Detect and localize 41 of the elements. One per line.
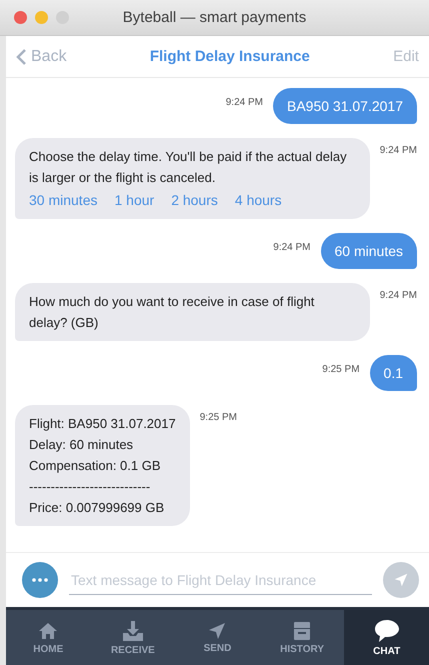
message-text: BA950 31.07.2017 — [287, 97, 403, 115]
edit-button[interactable]: Edit — [393, 48, 419, 65]
more-button[interactable] — [22, 562, 58, 598]
message-time: 9:24 PM — [273, 242, 311, 253]
home-icon — [38, 620, 58, 640]
paper-plane-icon — [394, 573, 408, 587]
window-title: Byteball — smart payments — [122, 9, 306, 26]
message-text: How much do you want to receive in case of flight delay? (GB) — [29, 293, 316, 332]
message-time: 9:25 PM — [200, 412, 237, 423]
message-text: Choose the delay time. You'll be paid if the actual delay is larger or the flight is canceled. — [29, 148, 348, 187]
message-text: 0.1 — [384, 364, 403, 382]
speech-bubble-icon — [374, 618, 400, 642]
tab-bar-item[interactable]: HISTORY — [260, 610, 344, 665]
send-button[interactable] — [383, 562, 419, 598]
message-text: Compensation: 0.1 GB — [29, 457, 162, 475]
archive-icon — [293, 620, 312, 640]
message-time: 9:24 PM — [380, 145, 417, 156]
download-icon — [122, 620, 144, 642]
message-text: Price: 0.007999699 GB — [29, 499, 166, 517]
paper-plane-icon — [208, 622, 226, 640]
message-text: ---------------------------- — [29, 478, 152, 496]
tab-bar-item[interactable]: HOME — [6, 610, 91, 665]
message-text: Delay: 60 minutes — [29, 436, 134, 454]
close-icon[interactable] — [14, 11, 27, 24]
chat-title: Flight Delay Insurance — [150, 48, 310, 65]
message-text: 60 minutes — [334, 242, 403, 260]
reply-option-link[interactable]: 30 minutes — [29, 190, 98, 211]
chevron-left-icon — [16, 48, 27, 66]
tab-bar-item[interactable]: SEND — [175, 610, 260, 665]
reply-option-link[interactable]: 4 hours — [234, 190, 282, 211]
message-time: 9:25 PM — [322, 364, 360, 375]
back-button[interactable]: Back — [16, 48, 67, 66]
ellipsis-icon — [32, 578, 48, 582]
reply-option-link[interactable]: 2 hours — [171, 190, 218, 211]
minimize-icon[interactable] — [35, 11, 48, 24]
tab-bar-item[interactable]: CHAT — [344, 610, 429, 665]
message-time: 9:24 PM — [226, 97, 263, 108]
message-time: 9:24 PM — [380, 290, 417, 301]
tab-bar-item[interactable]: RECEIVE — [90, 610, 176, 665]
message-text: Flight: BA950 31.07.2017 — [29, 415, 176, 433]
reply-option-link[interactable]: 1 hour — [114, 190, 154, 211]
